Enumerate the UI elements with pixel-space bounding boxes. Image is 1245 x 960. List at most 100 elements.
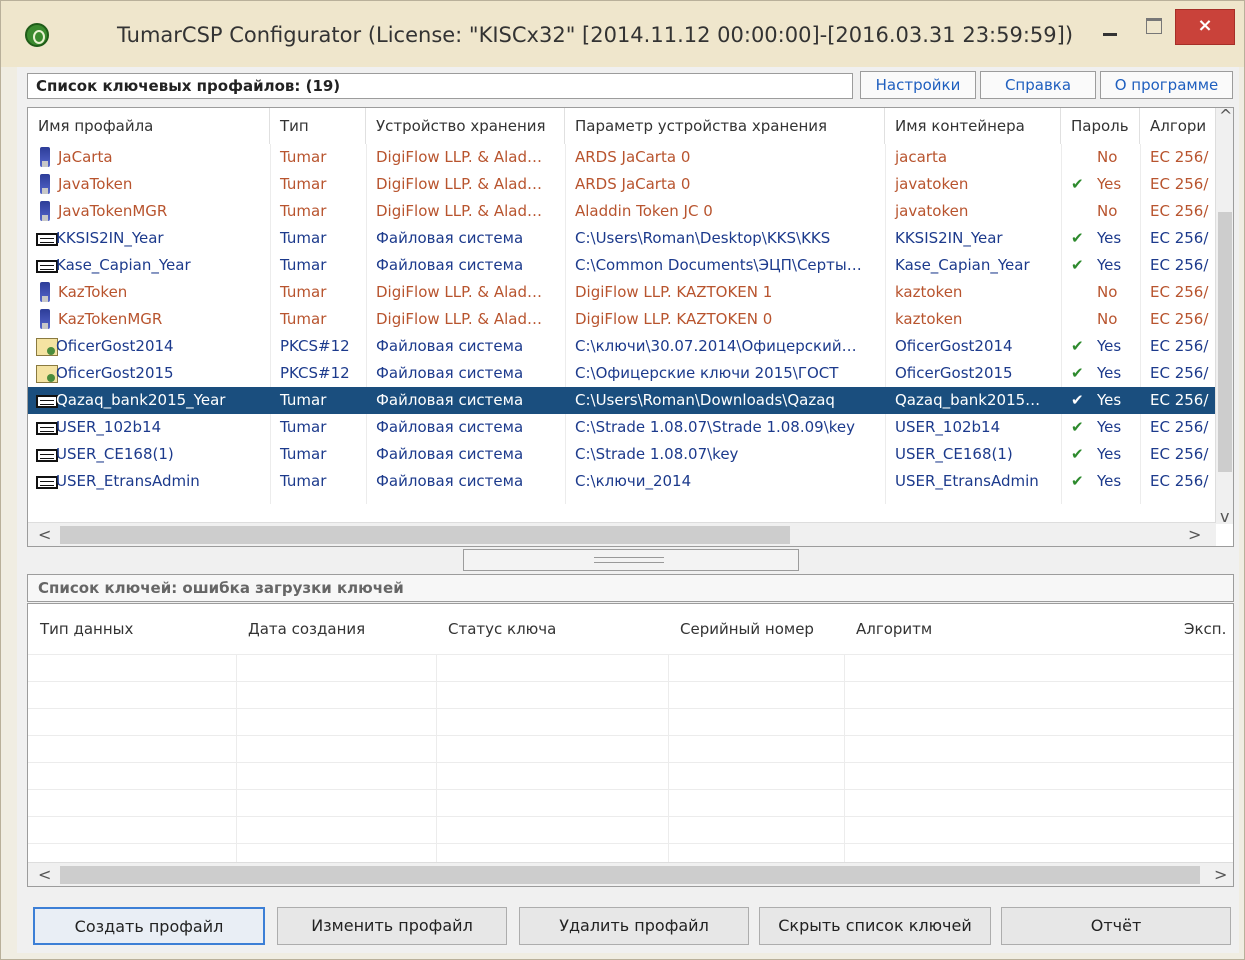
container-name: javatoken — [895, 175, 969, 193]
empty-row — [28, 708, 1233, 735]
column-header[interactable]: Алгоритм — [844, 604, 1176, 654]
minimize-button[interactable] — [1091, 11, 1131, 45]
profiles-vscroll-thumb[interactable] — [1218, 212, 1232, 472]
column-header[interactable]: Имя профайла — [28, 108, 270, 144]
table-row[interactable]: USER_CE168(1) Tumar Файловая система C:\Str… — [28, 441, 1216, 468]
profile-type: Tumar — [280, 310, 327, 328]
algorithm: EC 256/ — [1150, 445, 1209, 463]
column-header[interactable]: Параметр устройства хранения — [565, 108, 885, 144]
password-cell: ✔ Yes — [1061, 225, 1140, 252]
checkmark-icon: ✔ — [1071, 337, 1084, 355]
container-name: USER_CE168(1) — [895, 445, 1013, 463]
token-icon — [40, 309, 50, 329]
storage-parameter: C:\Офицерские ключи 2015\ГОСТ — [575, 364, 839, 382]
about-button[interactable]: О программе — [1100, 71, 1233, 99]
table-row[interactable]: OficerGost2014 PKCS#12 Файловая система C:\… — [28, 333, 1216, 360]
profile-name: KazToken — [58, 283, 128, 301]
table-row[interactable]: JavaTokenMGR Tumar DigiFlow LLP. & Alad… Al… — [28, 198, 1216, 225]
pane-splitter[interactable] — [463, 549, 799, 571]
scroll-right-icon[interactable]: > — [1188, 525, 1201, 544]
keys-hscroll-thumb[interactable] — [60, 866, 1200, 884]
password-status: Yes — [1097, 337, 1122, 355]
scroll-down-icon[interactable]: v — [1220, 507, 1229, 526]
table-row[interactable]: KKSIS2IN_Year Tumar Файловая система C:\Use… — [28, 225, 1216, 252]
profile-type: Tumar — [280, 418, 327, 436]
profiles-table[interactable]: Имя профайла Тип Устройство хранения Параме… — [27, 107, 1234, 547]
hide-keys-button[interactable]: Скрыть список ключей — [759, 907, 991, 945]
profiles-hscroll-thumb[interactable] — [60, 526, 790, 544]
profiles-horizontal-scrollbar[interactable]: < > — [28, 522, 1216, 546]
storage-device: DigiFlow LLP. & Alad… — [376, 175, 542, 193]
profile-type: Tumar — [280, 202, 327, 220]
storage-device: DigiFlow LLP. & Alad… — [376, 202, 542, 220]
storage-parameter: DigiFlow LLP. KAZTOKEN 1 — [575, 283, 773, 301]
help-button[interactable]: Справка — [980, 71, 1096, 99]
password-cell: ✔ Yes — [1061, 441, 1140, 468]
storage-device: Файловая система — [376, 364, 524, 382]
column-header[interactable]: Имя контейнера — [885, 108, 1061, 144]
password-status: Yes — [1097, 445, 1122, 463]
delete-profile-button[interactable]: Удалить профайл — [519, 907, 749, 945]
password-status: No — [1097, 148, 1118, 166]
scroll-up-icon[interactable]: ^ — [1219, 108, 1232, 125]
storage-device: Файловая система — [376, 229, 524, 247]
storage-parameter: C:\ключи\30.07.2014\Офицерский… — [575, 337, 857, 355]
algorithm: EC 256/ — [1150, 283, 1209, 301]
profiles-toolbar: Список ключевых профайлов: (19) Настройк… — [27, 71, 1233, 101]
scroll-left-icon[interactable]: < — [38, 865, 51, 884]
container-name: OficerGost2015 — [895, 364, 1013, 382]
profile-name: Qazaq_bank2015_Year — [56, 391, 226, 409]
algorithm: EC 256/ — [1150, 310, 1209, 328]
table-row[interactable]: JavaToken Tumar DigiFlow LLP. & Alad… ARDS … — [28, 171, 1216, 198]
profiles-vertical-scrollbar[interactable]: ^ v — [1215, 108, 1233, 526]
column-header[interactable]: Серийный номер — [668, 604, 844, 654]
profile-type: PKCS#12 — [280, 364, 350, 382]
container-name: Qazaq_bank2015… — [895, 391, 1041, 409]
window-title: TumarCSP Configurator (License: "KISCx32… — [117, 23, 1074, 47]
storage-parameter: ARDS JaCarta 0 — [575, 175, 691, 193]
empty-row — [28, 816, 1233, 843]
storage-parameter: C:\Common Documents\ЭЦП\Серты… — [575, 256, 862, 274]
table-row[interactable]: USER_EtransAdmin Tumar Файловая система C:\… — [28, 468, 1216, 495]
keys-table[interactable]: Тип данных Дата создания Статус ключа Серий… — [27, 603, 1234, 887]
column-header[interactable]: Пароль — [1061, 108, 1140, 144]
algorithm: EC 256/ — [1150, 256, 1209, 274]
maximize-button[interactable] — [1133, 11, 1173, 45]
empty-row — [28, 654, 1233, 681]
token-icon — [40, 174, 50, 194]
table-row[interactable]: Kase_Capian_Year Tumar Файловая система C:\… — [28, 252, 1216, 279]
column-header[interactable]: Эксп. — [1176, 604, 1233, 654]
column-header[interactable]: Тип данных — [28, 604, 236, 654]
column-divider — [436, 654, 437, 862]
storage-parameter: Aladdin Token JC 0 — [575, 202, 713, 220]
column-header[interactable]: Алгори — [1140, 108, 1220, 144]
storage-parameter: DigiFlow LLP. KAZTOKEN 0 — [575, 310, 773, 328]
close-button[interactable]: × — [1175, 9, 1235, 45]
keys-horizontal-scrollbar[interactable]: < > — [28, 862, 1233, 886]
column-header[interactable]: Устройство хранения — [366, 108, 565, 144]
storage-parameter: ARDS JaCarta 0 — [575, 148, 691, 166]
table-row[interactable]: JaCarta Tumar DigiFlow LLP. & Alad… ARDS Ja… — [28, 144, 1216, 171]
scroll-left-icon[interactable]: < — [38, 525, 51, 544]
profile-name: OficerGost2014 — [56, 337, 174, 355]
settings-button[interactable]: Настройки — [860, 71, 976, 99]
column-header[interactable]: Тип — [270, 108, 366, 144]
table-row[interactable]: USER_102b14 Tumar Файловая система C:\Strad… — [28, 414, 1216, 441]
title-bar[interactable]: TumarCSP Configurator (License: "KISCx32… — [1, 1, 1244, 67]
password-status: Yes — [1097, 175, 1122, 193]
create-profile-button[interactable]: Создать профайл — [33, 907, 265, 945]
profile-type: PKCS#12 — [280, 337, 350, 355]
password-cell: No — [1061, 279, 1140, 306]
scroll-right-icon[interactable]: > — [1214, 865, 1227, 884]
table-row[interactable]: KazTokenMGR Tumar DigiFlow LLP. & Alad… Dig… — [28, 306, 1216, 333]
column-header[interactable]: Статус ключа — [436, 604, 668, 654]
column-header[interactable]: Дата создания — [236, 604, 436, 654]
container-name: KKSIS2IN_Year — [895, 229, 1003, 247]
edit-profile-button[interactable]: Изменить профайл — [277, 907, 507, 945]
table-row[interactable]: Qazaq_bank2015_Year Tumar Файловая система… — [28, 387, 1216, 414]
report-button[interactable]: Отчёт — [1001, 907, 1231, 945]
table-row[interactable]: KazToken Tumar DigiFlow LLP. & Alad… DigiFl… — [28, 279, 1216, 306]
app-window: TumarCSP Configurator (License: "KISCx32… — [0, 0, 1245, 960]
password-cell: No — [1061, 144, 1140, 171]
table-row[interactable]: OficerGost2015 PKCS#12 Файловая система C:\… — [28, 360, 1216, 387]
